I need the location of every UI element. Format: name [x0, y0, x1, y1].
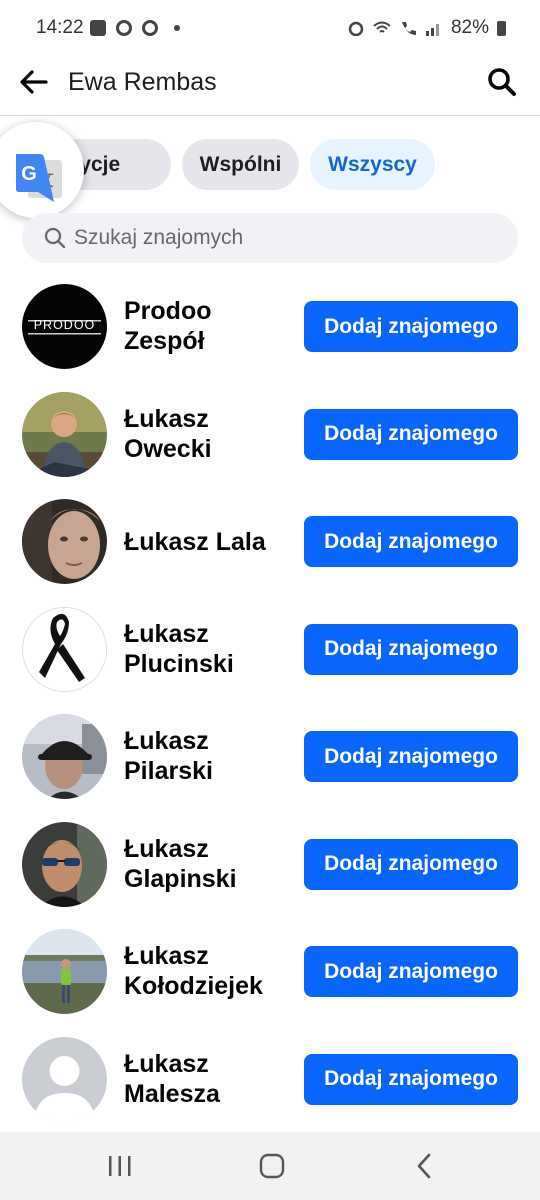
- back-button[interactable]: [16, 64, 52, 100]
- wifi-icon: [373, 21, 391, 33]
- avatar[interactable]: [22, 714, 107, 799]
- status-time: 14:22: [36, 17, 84, 38]
- avatar[interactable]: [22, 821, 107, 907]
- search-button[interactable]: [484, 64, 520, 100]
- friend-name[interactable]: Łukasz Plucinski: [124, 619, 294, 679]
- search-input[interactable]: [74, 226, 494, 250]
- home-button[interactable]: [252, 1150, 292, 1182]
- search-icon: [44, 227, 66, 249]
- google-translate-icon: 文 G: [16, 154, 62, 202]
- avatar-logo-text: PRODOO: [34, 318, 96, 332]
- search-icon: [488, 68, 516, 96]
- page-title: Ewa Rembas: [68, 68, 217, 96]
- list-item: PRODOO Prodoo Zespół Dodaj znajomego: [0, 272, 540, 380]
- add-friend-button[interactable]: Dodaj znajomego: [304, 946, 518, 997]
- svg-text:G: G: [21, 163, 37, 185]
- list-item: Łukasz Glapinski Dodaj znajomego: [0, 810, 540, 918]
- tab-all-label: Wszyscy: [328, 152, 417, 176]
- call-icon: [401, 22, 416, 35]
- system-icons: 82%: [347, 17, 506, 39]
- friend-name[interactable]: Prodoo Zespół: [124, 296, 294, 356]
- recent-apps-icon: [109, 1156, 131, 1176]
- friends-list: PRODOO Prodoo Zespół Dodaj znajomego Łuk…: [0, 272, 540, 1132]
- default-avatar-icon: [22, 1036, 107, 1122]
- add-friend-button[interactable]: Dodaj znajomego: [304, 301, 518, 352]
- list-item: Łukasz Owecki Dodaj znajomego: [0, 380, 540, 488]
- list-item: Łukasz Kołodziejek Dodaj znajomego: [0, 917, 540, 1025]
- chevron-left-icon: [417, 1153, 431, 1179]
- friend-name[interactable]: Łukasz Pilarski: [124, 726, 294, 786]
- tab-all[interactable]: Wszyscy: [310, 139, 435, 190]
- alarm-icon: [348, 21, 364, 36]
- list-item: Łukasz Plucinski Dodaj znajomego: [0, 595, 540, 703]
- chrome-icon-2: [142, 20, 158, 36]
- system-back-button[interactable]: [404, 1150, 444, 1182]
- add-friend-button[interactable]: Dodaj znajomego: [304, 1053, 518, 1105]
- friend-name[interactable]: Łukasz Kołodziejek: [124, 941, 294, 1001]
- avatar[interactable]: PRODOO: [22, 284, 107, 369]
- avatar[interactable]: [22, 606, 107, 692]
- status-bar: 14:22 82%: [0, 0, 540, 60]
- battery-icon: [497, 20, 506, 36]
- gallery-icon: [90, 20, 106, 36]
- friend-name[interactable]: Łukasz Owecki: [124, 404, 294, 464]
- friend-name[interactable]: Łukasz Glapinski: [124, 834, 294, 894]
- list-item: Łukasz Malesza Dodaj znajomego: [0, 1025, 540, 1133]
- friend-name[interactable]: Łukasz Malesza: [124, 1049, 294, 1109]
- tab-mutual-label: Wspólni: [199, 152, 282, 176]
- app-header: Ewa Rembas: [0, 60, 540, 116]
- add-friend-button[interactable]: Dodaj znajomego: [304, 408, 518, 460]
- add-friend-button[interactable]: Dodaj znajomego: [304, 731, 518, 782]
- avatar[interactable]: [22, 1036, 107, 1122]
- list-item: Łukasz Lala Dodaj znajomego: [0, 487, 540, 595]
- avatar[interactable]: [22, 929, 107, 1014]
- battery-percent: 82%: [450, 17, 489, 38]
- add-friend-button[interactable]: Dodaj znajomego: [304, 838, 518, 890]
- signal-icon: [425, 24, 439, 36]
- avatar[interactable]: [22, 391, 107, 477]
- add-friend-button[interactable]: Dodaj znajomego: [304, 516, 518, 567]
- add-friend-button[interactable]: Dodaj znajomego: [304, 623, 518, 675]
- translate-overlay-button[interactable]: 文 G: [0, 122, 84, 218]
- recent-apps-button[interactable]: [100, 1150, 140, 1182]
- arrow-left-icon: [20, 70, 48, 94]
- home-icon: [259, 1153, 285, 1179]
- list-item: Łukasz Pilarski Dodaj znajomego: [0, 702, 540, 810]
- system-nav-bar: [0, 1132, 540, 1200]
- chrome-icon: [116, 20, 132, 36]
- notification-icons: [90, 20, 180, 36]
- more-notifications-icon: [174, 25, 180, 31]
- avatar[interactable]: [22, 499, 107, 584]
- tab-mutual[interactable]: Wspólni: [182, 139, 299, 190]
- search-friends-field[interactable]: [22, 213, 518, 263]
- friend-name[interactable]: Łukasz Lala: [124, 527, 294, 557]
